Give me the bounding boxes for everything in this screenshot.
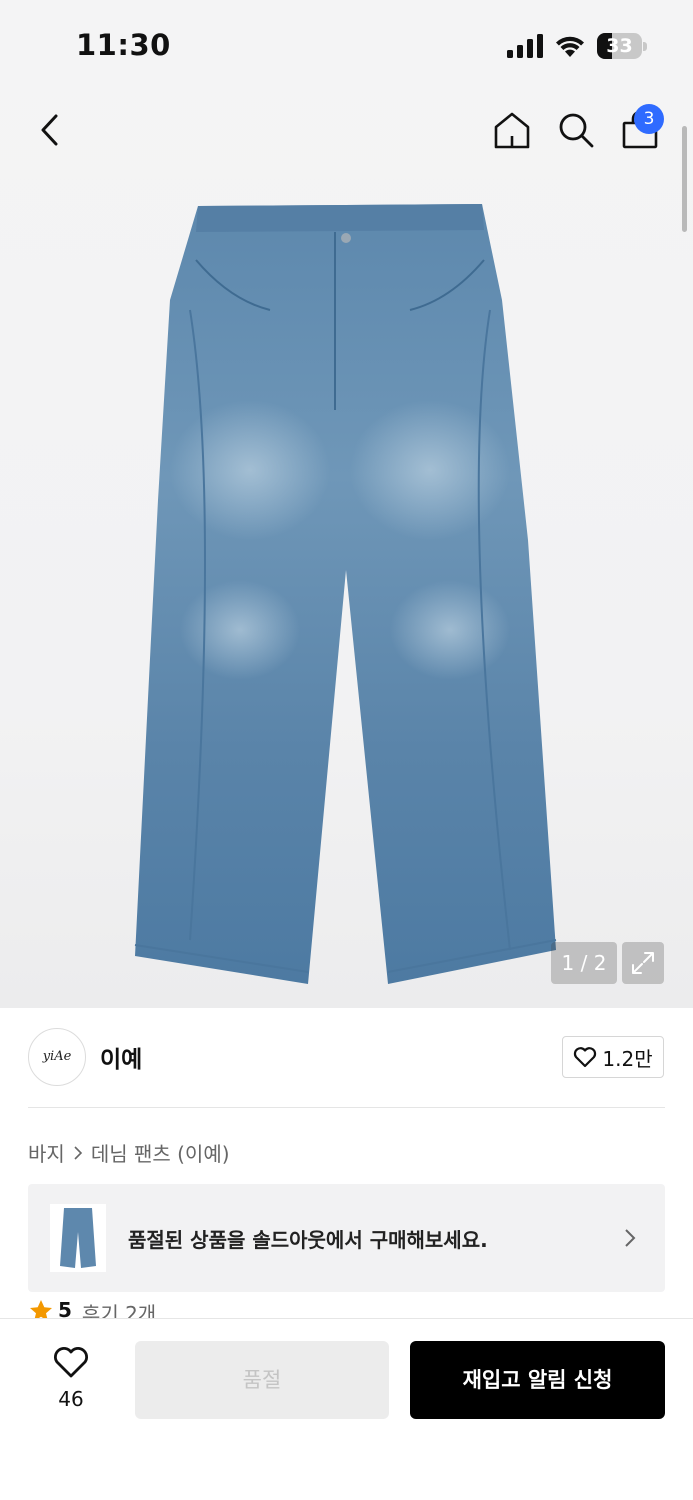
brand-logo[interactable]: yiAe (28, 1028, 86, 1086)
rating-row[interactable]: 5 후기 2개 (28, 1298, 156, 1320)
soldout-button: 품절 (135, 1341, 389, 1419)
search-button[interactable] (554, 108, 598, 152)
home-icon (494, 112, 530, 149)
rating-score: 5 (58, 1298, 72, 1320)
brand-name[interactable]: 이예 (100, 1040, 142, 1074)
chevron-right-icon (625, 1229, 636, 1247)
restock-alert-button[interactable]: 재입고 알림 신청 (410, 1341, 665, 1419)
cellular-signal-icon (507, 34, 543, 58)
breadcrumb-subcategory[interactable]: 데님 팬츠 (이예) (91, 1138, 230, 1167)
heart-icon (574, 1047, 597, 1068)
chevron-left-icon (41, 114, 58, 146)
soldout-promo-banner[interactable]: 품절된 상품을 솔드아웃에서 구매해보세요. (28, 1184, 665, 1292)
brand-row: yiAe 이예 1.2만 (0, 1008, 693, 1108)
image-counter: 1 / 2 (551, 942, 617, 984)
battery-level: 33 (606, 35, 633, 57)
wifi-icon (556, 36, 584, 57)
product-image (134, 204, 557, 984)
home-button[interactable] (490, 108, 534, 152)
chevron-right-icon (74, 1145, 82, 1160)
expand-icon (632, 952, 654, 974)
bottom-action-bar: 46 품절 재입고 알림 신청 (0, 1318, 693, 1500)
status-time: 11:30 (76, 28, 171, 62)
top-navigation (0, 100, 693, 160)
breadcrumb-category[interactable]: 바지 (28, 1138, 65, 1167)
back-button[interactable] (30, 108, 70, 152)
status-bar: 11:30 33 (0, 0, 693, 92)
brand-like-count: 1.2만 (602, 1046, 653, 1071)
heart-icon (54, 1347, 88, 1378)
star-icon (30, 1300, 52, 1320)
review-count: 후기 2개 (81, 1302, 157, 1320)
product-image-area[interactable]: 11:30 33 3 1 / 2 (0, 0, 693, 1008)
expand-image-button[interactable] (622, 942, 664, 984)
banner-text: 품절된 상품을 솔드아웃에서 구매해보세요. (128, 1228, 488, 1252)
divider (28, 1107, 665, 1108)
breadcrumb: 바지 데님 팬츠 (이예) (28, 1138, 230, 1167)
cart-count-badge: 3 (634, 104, 664, 134)
scrollbar[interactable] (682, 126, 687, 232)
wishlist-count: 46 (58, 1387, 84, 1411)
battery-icon: 33 (597, 33, 647, 59)
wishlist-button[interactable]: 46 (40, 1345, 102, 1419)
banner-thumbnail (50, 1204, 106, 1272)
search-icon (559, 113, 594, 148)
brand-like-button[interactable]: 1.2만 (562, 1036, 664, 1078)
